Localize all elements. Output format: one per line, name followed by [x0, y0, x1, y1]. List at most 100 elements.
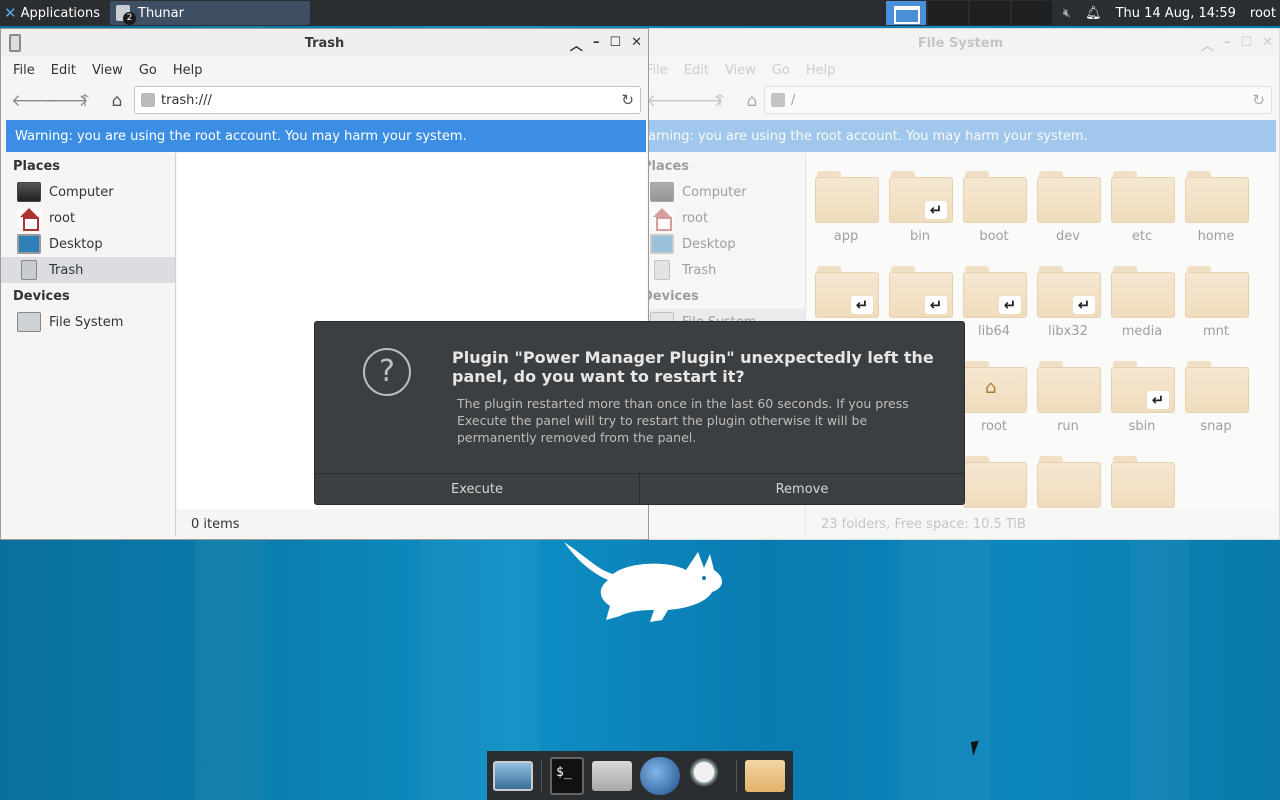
- folder-home[interactable]: home: [1179, 171, 1253, 244]
- sidebar-item-label: root: [49, 210, 76, 226]
- sidebar-item-trash[interactable]: Trash: [642, 257, 805, 283]
- user-label[interactable]: root: [1250, 6, 1276, 21]
- sidebar-item-root[interactable]: root: [1, 205, 175, 231]
- menu-help[interactable]: Help: [798, 63, 844, 78]
- reload-icon[interactable]: ↻: [1252, 91, 1265, 109]
- workspace-1[interactable]: [886, 1, 926, 25]
- folder-sbin[interactable]: ↵ sbin: [1105, 361, 1179, 434]
- taskbar-thunar-button[interactable]: 2 Thunar: [110, 1, 310, 25]
- folder-mnt[interactable]: mnt: [1179, 266, 1253, 339]
- menu-view[interactable]: View: [717, 63, 764, 78]
- sidebar-item-root[interactable]: root: [642, 205, 805, 231]
- sidebar-item-computer[interactable]: Computer: [1, 179, 175, 205]
- drive-icon: [771, 93, 785, 107]
- folder-label: dev: [1056, 229, 1080, 244]
- maximize-icon[interactable]: ☐: [1240, 35, 1252, 54]
- arrow-up-icon[interactable]: 🡑: [710, 91, 730, 111]
- menu-help[interactable]: Help: [165, 63, 211, 78]
- menu-view[interactable]: View: [84, 63, 131, 78]
- folder-run[interactable]: run: [1031, 361, 1105, 434]
- minimize-icon[interactable]: –: [593, 35, 600, 54]
- folder-tmp[interactable]: [1105, 456, 1179, 508]
- remove-button[interactable]: Remove: [639, 474, 964, 504]
- menu-edit[interactable]: Edit: [43, 63, 84, 78]
- folder-label: etc: [1131, 229, 1153, 244]
- places-header: Places: [13, 159, 61, 174]
- folder-media[interactable]: media: [1105, 266, 1179, 339]
- clock[interactable]: Thu 14 Aug, 14:59: [1116, 6, 1236, 21]
- folder-libx32[interactable]: ↵ libx32: [1031, 266, 1105, 339]
- folder-lib[interactable]: ↵: [809, 266, 883, 318]
- folder-lib32[interactable]: ↵: [883, 266, 957, 318]
- workspace-2[interactable]: [928, 1, 968, 25]
- window-count-badge: 2: [123, 12, 136, 25]
- execute-button[interactable]: Execute: [315, 474, 639, 504]
- shade-icon[interactable]: ︿: [570, 35, 583, 54]
- workspace-3[interactable]: [970, 1, 1010, 25]
- sidebar-item-label: root: [682, 210, 709, 226]
- sidebar-item-desktop[interactable]: Desktop: [642, 231, 805, 257]
- menu-file[interactable]: File: [5, 63, 43, 78]
- fs-location-bar[interactable]: / ↻: [764, 86, 1272, 114]
- trash-statusbar: 0 items: [177, 509, 647, 539]
- terminal-icon[interactable]: $_: [550, 756, 584, 795]
- trash-titlebar[interactable]: Trash ︿ – ☐ ✕: [1, 29, 648, 57]
- show-desktop-icon[interactable]: [493, 760, 533, 791]
- folder-bin[interactable]: ↵ bin: [883, 171, 957, 244]
- folder-srv[interactable]: [957, 456, 1031, 508]
- menu-go[interactable]: Go: [131, 63, 165, 78]
- symlink-icon: ↵: [925, 201, 947, 219]
- question-icon: ?: [363, 348, 411, 396]
- trash-menubar: File Edit View Go Help: [1, 57, 648, 83]
- folder-dev[interactable]: dev: [1031, 171, 1105, 244]
- fs-path-text: /: [791, 92, 796, 108]
- arrow-right-icon[interactable]: 🡒: [678, 91, 724, 111]
- trash-warning-text: Warning: you are using the root account.…: [15, 128, 467, 144]
- fs-warning-text: Warning: you are using the root account.…: [636, 128, 1088, 144]
- sidebar-item-label: Computer: [49, 184, 114, 200]
- shade-icon[interactable]: ︿: [1201, 35, 1214, 54]
- symlink-icon: ↵: [925, 296, 947, 314]
- web-browser-icon[interactable]: [640, 756, 680, 795]
- folder-sys[interactable]: [1031, 456, 1105, 508]
- bell-icon[interactable]: 🔔︎: [1085, 6, 1102, 21]
- folder-snap[interactable]: snap: [1179, 361, 1253, 434]
- home-icon[interactable]: ⌂: [742, 91, 762, 111]
- home-folder-icon[interactable]: [592, 760, 632, 791]
- home-folder-icon: [650, 208, 674, 231]
- folder-lib64[interactable]: ↵ lib64: [957, 266, 1031, 339]
- arrow-up-icon[interactable]: 🡑: [75, 91, 95, 111]
- arrow-left-icon[interactable]: 🡐: [646, 91, 692, 111]
- symlink-icon: ↵: [999, 296, 1021, 314]
- reload-icon[interactable]: ↻: [621, 91, 634, 109]
- volume-muted-icon[interactable]: 🔇︎: [1063, 6, 1071, 21]
- home-icon[interactable]: ⌂: [107, 91, 127, 111]
- minimize-icon[interactable]: –: [1224, 35, 1231, 54]
- menu-edit[interactable]: Edit: [676, 63, 717, 78]
- folder-icon[interactable]: [745, 759, 785, 792]
- filesystem-titlebar[interactable]: File System ︿ – ☐ ✕: [642, 29, 1279, 57]
- close-icon[interactable]: ✕: [1262, 35, 1273, 54]
- fs-menubar: File Edit View Go Help: [642, 57, 1279, 83]
- search-icon[interactable]: [688, 756, 728, 795]
- maximize-icon[interactable]: ☐: [609, 35, 621, 54]
- applications-menu-button[interactable]: ✕ Applications: [0, 0, 104, 26]
- sidebar-item-desktop[interactable]: Desktop: [1, 231, 175, 257]
- folder-boot[interactable]: boot: [957, 171, 1031, 244]
- system-tray: 🔇︎ 🔔︎ Thu 14 Aug, 14:59 root: [1043, 0, 1280, 26]
- arrow-right-icon[interactable]: 🡒: [43, 91, 89, 111]
- trash-path-text: trash:///: [161, 92, 212, 108]
- trash-icon: [654, 260, 670, 280]
- sidebar-item-filesystem[interactable]: File System: [1, 309, 175, 335]
- mouse-cursor: [970, 740, 986, 756]
- close-icon[interactable]: ✕: [631, 35, 642, 54]
- menu-go[interactable]: Go: [764, 63, 798, 78]
- folder-app[interactable]: app: [809, 171, 883, 244]
- folder-etc[interactable]: etc: [1105, 171, 1179, 244]
- sidebar-item-label: Desktop: [682, 236, 736, 252]
- arrow-left-icon[interactable]: 🡐: [11, 91, 57, 111]
- trash-location-bar[interactable]: trash:/// ↻: [134, 86, 641, 114]
- sidebar-item-computer[interactable]: Computer: [642, 179, 805, 205]
- sidebar-item-trash[interactable]: Trash: [1, 257, 175, 283]
- folder-root[interactable]: ⌂ root: [957, 361, 1031, 434]
